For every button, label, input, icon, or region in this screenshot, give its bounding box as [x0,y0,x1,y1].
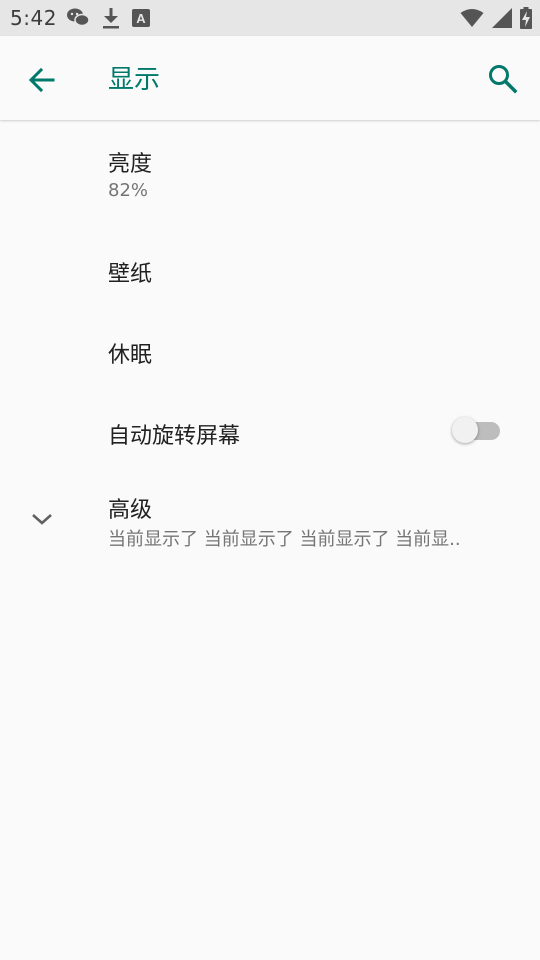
search-button[interactable] [486,62,520,96]
wifi-icon [460,8,484,28]
toggle-thumb [452,417,478,443]
setting-advanced-summary: 当前显示了 当前显示了 当前显示了 当前显.. [108,529,461,550]
setting-brightness-value: 82% [108,180,149,201]
setting-wallpaper[interactable]: 壁纸 [0,216,540,310]
download-icon [102,7,120,29]
settings-list: 亮度 82% 壁纸 休眠 自动旋转屏幕 高级 当前显示了 当前显示了 当前显示了… [0,120,540,568]
status-bar: 5:42 A [0,0,540,36]
search-icon [489,65,518,94]
setting-brightness-title: 亮度 [108,152,153,177]
battery-charging-icon [520,7,532,29]
status-time: 5:42 [10,6,57,30]
chevron-down-icon [30,507,54,531]
status-notification-icons: A [66,7,150,29]
setting-auto-rotate-title: 自动旋转屏幕 [108,424,241,449]
setting-sleep[interactable]: 休眠 [0,310,540,391]
signal-icon [492,8,512,28]
arrow-left-icon [28,67,55,93]
setting-advanced-title: 高级 [108,498,153,523]
wechat-icon [66,7,90,29]
setting-sleep-title: 休眠 [108,343,153,368]
a-box-icon: A [132,9,150,27]
setting-auto-rotate[interactable]: 自动旋转屏幕 [0,391,540,472]
page-title: 显示 [108,65,161,95]
setting-brightness[interactable]: 亮度 82% [0,120,540,216]
status-system-icons [460,7,532,29]
setting-wallpaper-title: 壁纸 [108,262,153,287]
app-bar: 显示 [0,36,540,120]
setting-advanced[interactable]: 高级 当前显示了 当前显示了 当前显示了 当前显.. [0,472,540,568]
auto-rotate-toggle[interactable] [452,417,500,443]
svg-text:A: A [136,11,146,26]
back-button[interactable] [26,64,58,96]
